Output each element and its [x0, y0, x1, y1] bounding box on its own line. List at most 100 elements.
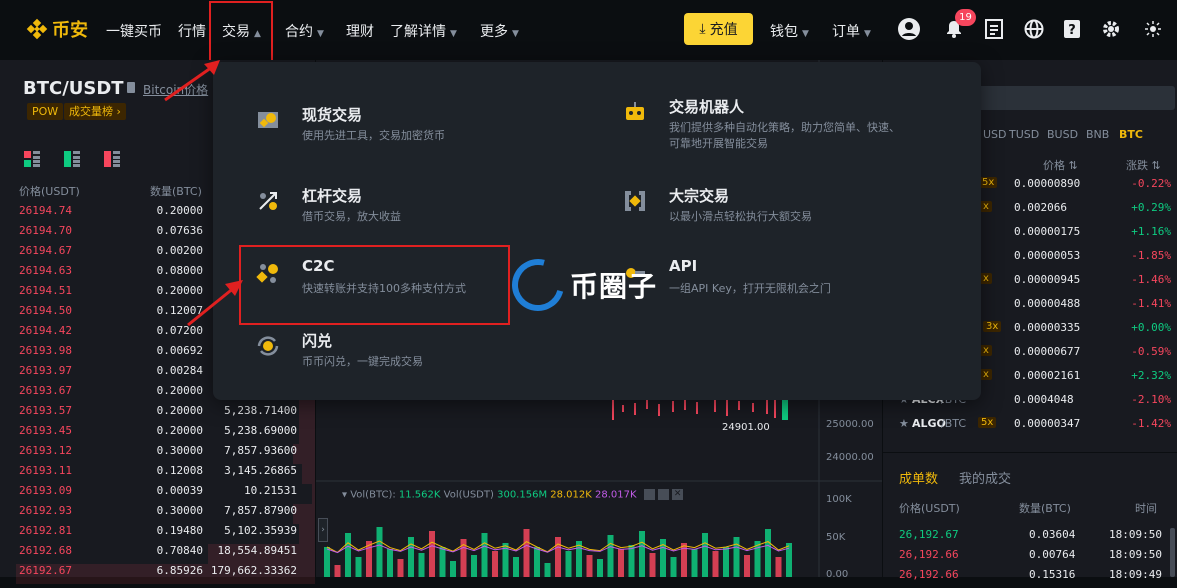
market-search-input[interactable]	[976, 86, 1175, 110]
menu-item-title: 大宗交易	[669, 187, 730, 205]
orderbook-row[interactable]: 26192.68 0.70840 18,554.89451	[0, 544, 315, 564]
candle	[726, 398, 728, 416]
orderbook-row[interactable]: 26193.09 0.00039 10.21531	[0, 484, 315, 504]
market-price: 0.00000488	[1014, 297, 1081, 310]
market-price: 0.00000945	[1014, 273, 1081, 286]
eye-icon[interactable]	[643, 489, 655, 500]
ask-price: 26192.93	[19, 504, 72, 517]
col-header-qty: 数量(BTC)	[150, 185, 202, 198]
orderbook-row[interactable]: 26192.67 6.85926 179,662.33362	[0, 564, 315, 584]
trade-qty: 0.03604	[1029, 528, 1076, 541]
volume-bar	[639, 531, 645, 577]
ask-price: 26194.42	[19, 324, 72, 337]
close-small-icon[interactable]: ✕	[672, 489, 684, 500]
trades-scrollbar[interactable]	[1170, 528, 1175, 577]
candle	[658, 404, 660, 416]
market-header-price[interactable]: 价格 ⇅	[1043, 157, 1078, 173]
ask-qty: 0.00200	[156, 244, 203, 257]
menu-item-bot[interactable]: 交易机器人 我们提供多种自动化策略，助力您简单、快速、可靠地开展智能交易	[621, 96, 951, 156]
volume-bar	[471, 555, 477, 577]
ask-total: 7,857.87900	[224, 504, 297, 517]
trades-tab-market[interactable]: 成单数	[899, 468, 938, 487]
ask-qty: 0.20000	[156, 424, 203, 437]
vol-ma1-value: 28.012K	[550, 489, 592, 501]
trade-price: 26,192.67	[899, 528, 959, 541]
market-tab-bnb[interactable]: BNB	[1086, 128, 1109, 141]
orderbook-row[interactable]: 26193.11 0.12008 3,145.26865	[0, 464, 315, 484]
ask-total: 18,554.89451	[217, 544, 297, 557]
menu-item-margin[interactable]: 杠杆交易 借币交易，放大收益	[254, 185, 584, 245]
market-tab-btc[interactable]: BTC	[1119, 128, 1143, 141]
ask-total: 10.21531	[244, 484, 297, 497]
binance-logo[interactable]: 币安	[26, 16, 88, 42]
settings-gear-icon[interactable]	[1099, 17, 1123, 41]
leverage-badge: 3x	[983, 321, 1002, 332]
menu-item-api[interactable]: API 一组API Key，打开无限机会之门	[621, 257, 951, 317]
menu-item-spot[interactable]: 现货交易 使用先进工具，交易加密货币	[254, 104, 584, 164]
market-tab-busd[interactable]: BUSD	[1047, 128, 1078, 141]
volume-bar	[450, 561, 456, 577]
candle	[696, 402, 698, 414]
ask-qty: 0.00692	[156, 344, 203, 357]
favorite-star-icon[interactable]: ★	[899, 417, 909, 430]
orderbook-row[interactable]: 26193.57 0.20000 5,238.71400	[0, 404, 315, 424]
nav-more[interactable]: 更多 ▼	[480, 21, 519, 41]
menu-item-block[interactable]: 大宗交易 以最小滑点轻松执行大额交易	[621, 185, 951, 245]
chart-expand-arrow-icon[interactable]: ›	[318, 518, 328, 542]
menu-item-desc: 借币交易，放大收益	[302, 210, 401, 223]
trade-row: 26,192.66 0.15316 18:09:49	[883, 568, 1177, 588]
settings-small-icon[interactable]	[657, 489, 669, 500]
nav-markets[interactable]: 行情	[178, 21, 206, 41]
volume-bar	[324, 547, 330, 577]
orderbook-bids-icon[interactable]	[64, 151, 80, 167]
nav-orders[interactable]: 订单 ▼	[832, 21, 871, 41]
user-avatar-icon[interactable]	[897, 17, 921, 41]
orderbook-row[interactable]: 26192.93 0.30000 7,857.87900	[0, 504, 315, 524]
ask-qty: 0.20000	[156, 204, 203, 217]
theme-sun-icon[interactable]	[1141, 17, 1165, 41]
market-price: 0.00000347	[1014, 417, 1081, 430]
ask-price: 26193.09	[19, 484, 72, 497]
download-app-icon[interactable]	[982, 17, 1006, 41]
market-tab-tusd[interactable]: TUSD	[1009, 128, 1039, 141]
trades-header-time: 时间	[1135, 502, 1157, 515]
ask-total: 5,238.69000	[224, 424, 297, 437]
volume-bar	[513, 557, 519, 577]
depth-bar	[299, 404, 315, 424]
collapse-caret-icon[interactable]: ▾	[342, 490, 347, 501]
menu-item-title: API	[669, 257, 698, 275]
trade-price: 26,192.66	[899, 568, 959, 581]
orderbook-both-icon[interactable]	[24, 151, 40, 167]
market-price: 0.00000175	[1014, 225, 1081, 238]
nav-learn[interactable]: 了解详情 ▼	[390, 21, 457, 41]
volume-bar	[628, 545, 635, 577]
logo-text: 币安	[52, 20, 88, 41]
tag-volume-rank[interactable]: 成交量榜 ›	[64, 103, 126, 120]
tag-pow[interactable]: POW	[27, 103, 64, 120]
menu-item-desc: 一组API Key，打开无限机会之门	[669, 282, 831, 295]
market-row[interactable]: ★ ALGO/BTC 5x 0.00000347 -1.42%	[883, 417, 1177, 441]
nav-earn[interactable]: 理财	[346, 21, 374, 41]
market-tab-usd[interactable]: USD	[983, 128, 1007, 141]
help-icon[interactable]: ?	[1060, 17, 1084, 41]
vol-axis-label: 50K	[826, 532, 846, 543]
caret-down-icon: ▼	[864, 29, 871, 39]
globe-icon[interactable]	[1022, 17, 1046, 41]
orderbook-asks-icon[interactable]	[104, 151, 120, 167]
volume-bar	[387, 549, 393, 577]
orderbook-row[interactable]: 26192.81 0.19480 5,102.35939	[0, 524, 315, 544]
market-header-change[interactable]: 涨跌 ⇅	[1126, 157, 1161, 173]
trades-tab-mine[interactable]: 我的成交	[959, 468, 1011, 487]
annotation-arrow-icon	[187, 280, 243, 327]
ask-qty: 0.19480	[156, 524, 203, 537]
menu-item-convert[interactable]: 闪兑 币币闪兑，一键完成交易	[254, 330, 584, 390]
market-change: -1.41%	[1131, 297, 1171, 310]
deposit-button[interactable]: ⤓ 充值	[684, 13, 753, 45]
orderbook-row[interactable]: 26193.45 0.20000 5,238.69000	[0, 424, 315, 444]
nav-buy-crypto[interactable]: 一键买币	[106, 21, 162, 41]
ask-qty: 0.30000	[156, 504, 203, 517]
volume-bar	[408, 537, 414, 577]
orderbook-row[interactable]: 26193.12 0.30000 7,857.93600	[0, 444, 315, 464]
nav-futures[interactable]: 合约 ▼	[285, 21, 324, 41]
nav-wallet[interactable]: 钱包 ▼	[770, 21, 809, 41]
